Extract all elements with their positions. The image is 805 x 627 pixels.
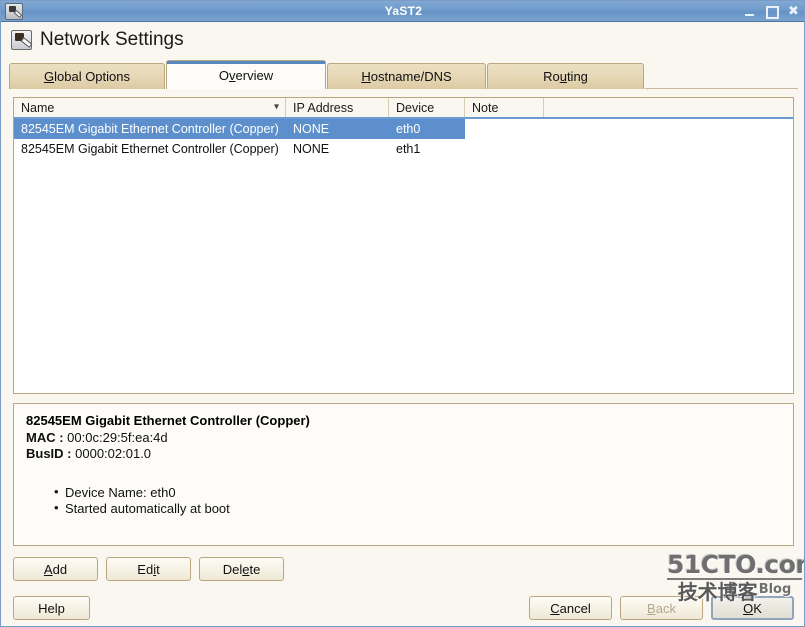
column-header-note[interactable]: Note <box>465 98 544 117</box>
window-title: YaST2 <box>384 4 423 18</box>
column-header-name[interactable]: Name ▾ <box>14 98 286 117</box>
cancel-button-label: Cancel <box>550 600 591 616</box>
cell-name: 82545EM Gigabit Ethernet Controller (Cop… <box>14 119 286 139</box>
device-action-buttons: Add Edit Delete <box>13 557 284 581</box>
column-header-filler <box>544 98 793 117</box>
tab-label: Routing <box>543 69 588 84</box>
add-button[interactable]: Add <box>13 557 98 581</box>
tab-hostname-dns[interactable]: Hostname/DNS <box>327 63 486 89</box>
minimize-icon[interactable] <box>743 5 756 18</box>
cell-device: eth1 <box>396 142 421 156</box>
detail-mac-label: MAC : <box>26 430 64 445</box>
detail-busid-line: BusID : 0000:02:01.0 <box>26 446 781 462</box>
add-button-label: Add <box>43 561 68 577</box>
tab-bar: Global Options Overview Hostname/DNS Rou… <box>9 60 798 89</box>
edit-button[interactable]: Edit <box>106 557 191 581</box>
edit-button-label: Edit <box>137 561 160 577</box>
network-card-icon <box>11 30 32 50</box>
help-button-label: Help <box>38 600 65 616</box>
table-row[interactable]: 82545EM Gigabit Ethernet Controller (Cop… <box>14 139 793 159</box>
network-card-icon <box>5 2 23 20</box>
cell-ip-address: NONE <box>286 119 389 139</box>
table-header-row: Name ▾ IP Address Device Note <box>14 98 793 119</box>
list-item: Device Name: eth0 <box>54 484 781 501</box>
cell-name: 82545EM Gigabit Ethernet Controller (Cop… <box>21 142 279 156</box>
column-header-label: Device <box>396 100 435 115</box>
tab-label: Overview <box>218 67 274 83</box>
detail-busid-value: 0000:02:01.0 <box>75 446 152 461</box>
detail-bullet-list: Device Name: eth0 Started automatically … <box>54 484 781 517</box>
column-header-label: Note <box>472 100 499 115</box>
dialog-buttons: Cancel Back OK <box>529 596 794 620</box>
cell-ip-address: NONE <box>293 142 330 156</box>
device-detail-panel: 82545EM Gigabit Ethernet Controller (Cop… <box>13 403 794 546</box>
help-button[interactable]: Help <box>13 596 90 620</box>
cell-note <box>465 119 544 139</box>
tab-global-options[interactable]: Global Options <box>9 63 165 89</box>
column-header-label: IP Address <box>293 100 354 115</box>
maximize-icon[interactable] <box>765 5 779 19</box>
page-title: Network Settings <box>40 29 184 50</box>
ok-button-label: OK <box>743 600 762 616</box>
detail-mac-line: MAC : 00:0c:29:5f:ea:4d <box>26 430 781 446</box>
back-button-label: Back <box>647 600 676 616</box>
tab-label: Hostname/DNS <box>361 69 452 84</box>
back-button: Back <box>620 596 703 620</box>
page-header: Network Settings <box>2 23 804 57</box>
list-item: Started automatically at boot <box>54 500 781 517</box>
detail-title: 82545EM Gigabit Ethernet Controller (Cop… <box>26 413 310 428</box>
window-controls: ✖ <box>743 1 800 22</box>
yast2-window: YaST2 ✖ Network Settings Global Options … <box>0 0 805 627</box>
column-header-device[interactable]: Device <box>389 98 465 117</box>
column-header-ip-address[interactable]: IP Address <box>286 98 389 117</box>
overview-panel: Name ▾ IP Address Device Note 82545EM Gi… <box>2 89 804 626</box>
detail-busid-label: BusID : <box>26 446 72 461</box>
tab-overview[interactable]: Overview <box>166 60 326 89</box>
ok-button[interactable]: OK <box>711 596 794 620</box>
delete-button-label: Delete <box>222 561 261 577</box>
table-body: 82545EM Gigabit Ethernet Controller (Cop… <box>14 119 793 159</box>
tab-routing[interactable]: Routing <box>487 63 644 89</box>
delete-button[interactable]: Delete <box>199 557 284 581</box>
tab-label: Global Options <box>43 69 130 84</box>
cancel-button[interactable]: Cancel <box>529 596 612 620</box>
column-header-label: Name <box>21 100 55 115</box>
devices-table[interactable]: Name ▾ IP Address Device Note 82545EM Gi… <box>13 97 794 394</box>
table-row[interactable]: 82545EM Gigabit Ethernet Controller (Cop… <box>14 119 793 139</box>
chevron-down-icon: ▾ <box>273 101 279 112</box>
cell-device: eth0 <box>389 119 465 139</box>
close-icon[interactable]: ✖ <box>787 5 800 18</box>
detail-mac-value: 00:0c:29:5f:ea:4d <box>67 430 168 445</box>
title-bar[interactable]: YaST2 ✖ <box>1 1 804 22</box>
cell-note <box>465 139 544 159</box>
